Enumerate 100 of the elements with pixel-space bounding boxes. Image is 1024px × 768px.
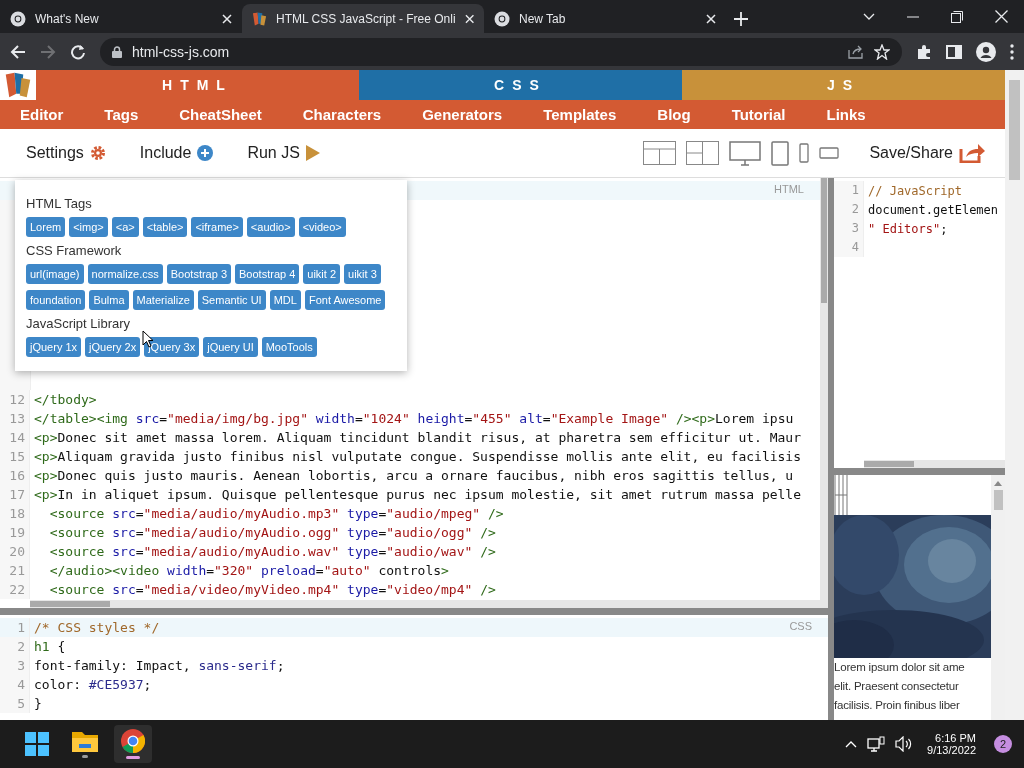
library-button[interactable]: <video> [298,217,346,237]
close-icon[interactable] [995,10,1008,23]
layout-icon[interactable] [686,141,720,165]
reload-icon[interactable] [70,43,86,60]
puzzle-icon[interactable] [916,43,932,60]
side-panel-icon[interactable] [946,44,962,59]
library-button[interactable]: uikit 3 [344,264,381,284]
phone-icon[interactable] [819,147,840,159]
nav-link[interactable]: Templates [543,106,617,123]
lock-icon [112,45,122,58]
new-tab-icon[interactable] [734,11,748,26]
line-number: 4 [834,238,864,257]
nav-link[interactable]: Tutorial [731,106,786,123]
library-button[interactable]: Bootstrap 3 [166,264,232,284]
nav-link[interactable]: Editor [20,106,64,123]
preview-text: Lorem ipsum dolor sit ame [834,660,966,675]
library-button[interactable]: MooTools [261,337,317,357]
chrome-icon[interactable] [121,729,145,753]
library-button[interactable]: jQuery 1x [26,337,82,357]
nav-link[interactable]: CheatSheet [179,106,262,123]
nav-link[interactable]: Generators [422,106,503,123]
code-line: </audio><video width="320" preload="auto" controls> [48,563,449,578]
chevron-icon[interactable] [863,12,875,21]
close-icon[interactable] [222,13,232,24]
library-button[interactable]: Bulma [89,290,129,310]
library-button[interactable]: <iframe> [191,217,243,237]
library-button[interactable]: Lorem [26,217,66,237]
close-icon[interactable] [464,13,474,24]
code-line: <source src="media/audio/myAudio.mp3" type="audio/mpeg" /> [48,506,504,521]
menu-icon[interactable] [1010,43,1014,60]
code-line: /* CSS styles */ [33,620,160,635]
browser-tab[interactable]: New Tab [484,4,726,33]
include-button[interactable]: Include [139,144,214,162]
folder-icon[interactable] [72,730,98,752]
monitor-icon[interactable] [729,140,762,166]
phone-icon[interactable] [799,143,810,163]
library-button[interactable]: url(image) [26,264,84,284]
minimize-icon[interactable] [907,15,919,18]
css-editor[interactable]: 1 /* CSS styles */ 2 h1 { 3 font-family: Impact, sans-serif; 4 color: #CE5937; 5 } CSS [0,615,828,720]
share-icon [959,143,985,163]
code-line: </tbody> [33,392,97,407]
section-tab[interactable]: JS [682,70,1005,100]
library-button[interactable]: Font Awesome [304,290,386,310]
code-line: <source src="media/audio/myAudio.wav" type="audio/wav" /> [48,544,496,559]
notification-badge[interactable]: 2 [994,735,1012,753]
logo-icon [4,71,32,99]
network-icon[interactable] [867,736,886,752]
library-button[interactable]: <audio> [246,217,295,237]
library-button[interactable]: jQuery 3x [144,337,200,357]
run-button[interactable]: Run JS [247,144,320,162]
share-icon[interactable] [848,44,864,59]
settings-button[interactable]: Settings [26,144,106,162]
nav-link[interactable]: Tags [104,106,139,123]
browser-tab[interactable]: HTML CSS JavaScript - Free Onli [242,4,484,33]
close-icon[interactable] [706,13,716,24]
library-button[interactable]: MDL [269,290,301,310]
library-button[interactable]: uikit 2 [303,264,341,284]
scrollbar-thumb[interactable] [864,461,914,467]
library-button[interactable]: <table> [142,217,188,237]
chevron-up-icon[interactable] [845,740,858,748]
code-line: <p>Donec sit amet massa lorem. Aliquam tincidunt blandit risus, at pharetra sem efficitur ut. Maur [33,430,802,445]
browser-tab[interactable]: What's New [0,4,242,33]
nav-link[interactable]: Blog [657,106,691,123]
library-button[interactable]: Materialize [132,290,194,310]
line-number: 13 [0,409,30,428]
profile-icon[interactable] [976,41,996,62]
tablet-icon[interactable] [771,140,790,166]
library-button[interactable]: Semantic UI [197,290,266,310]
library-button[interactable]: <a> [111,217,139,237]
library-button[interactable]: Bootstrap 4 [235,264,300,284]
scrollbar-thumb[interactable] [821,178,827,303]
restore-icon[interactable] [951,10,963,23]
save-share-button[interactable]: Save/Share [863,142,991,164]
line-number: 15 [0,447,30,466]
code-line: // JavaScript [867,183,962,198]
scrollbar-thumb[interactable] [30,601,110,607]
star-icon[interactable] [874,43,890,60]
section-tab[interactable]: HTML [36,70,359,100]
library-button[interactable]: normalize.css [87,264,163,284]
nav-link[interactable]: Characters [302,106,382,123]
js-editor[interactable]: 1 // JavaScript 2 document.getElemen 3 " Editors"; 4 [834,178,1005,468]
settings-icon [89,145,106,161]
scrollbar-thumb[interactable] [1009,80,1020,180]
library-button[interactable]: jQuery UI [203,337,258,357]
section-tab[interactable]: CSS [359,70,682,100]
code-line: </table><img src="media/img/bg.jpg" width="1024" height="455" alt="Example Image" /><p>Lorem ipsu [33,411,794,426]
windows-icon[interactable] [25,732,49,756]
code-line: " Editors"; [867,221,948,236]
back-icon[interactable] [10,43,26,60]
nav-link[interactable]: Links [826,106,866,123]
scroll-up-icon[interactable] [994,481,1002,486]
logo-icon [252,10,267,27]
library-button[interactable]: jQuery 2x [85,337,141,357]
library-button[interactable]: <img> [69,217,108,237]
volume-icon[interactable] [895,736,914,752]
library-button[interactable]: foundation [26,290,86,310]
layout-icon[interactable] [643,141,677,165]
address-field[interactable]: html-css-js.com [100,37,902,66]
scrollbar-thumb[interactable] [993,490,1003,510]
line-number: 12 [0,390,30,409]
